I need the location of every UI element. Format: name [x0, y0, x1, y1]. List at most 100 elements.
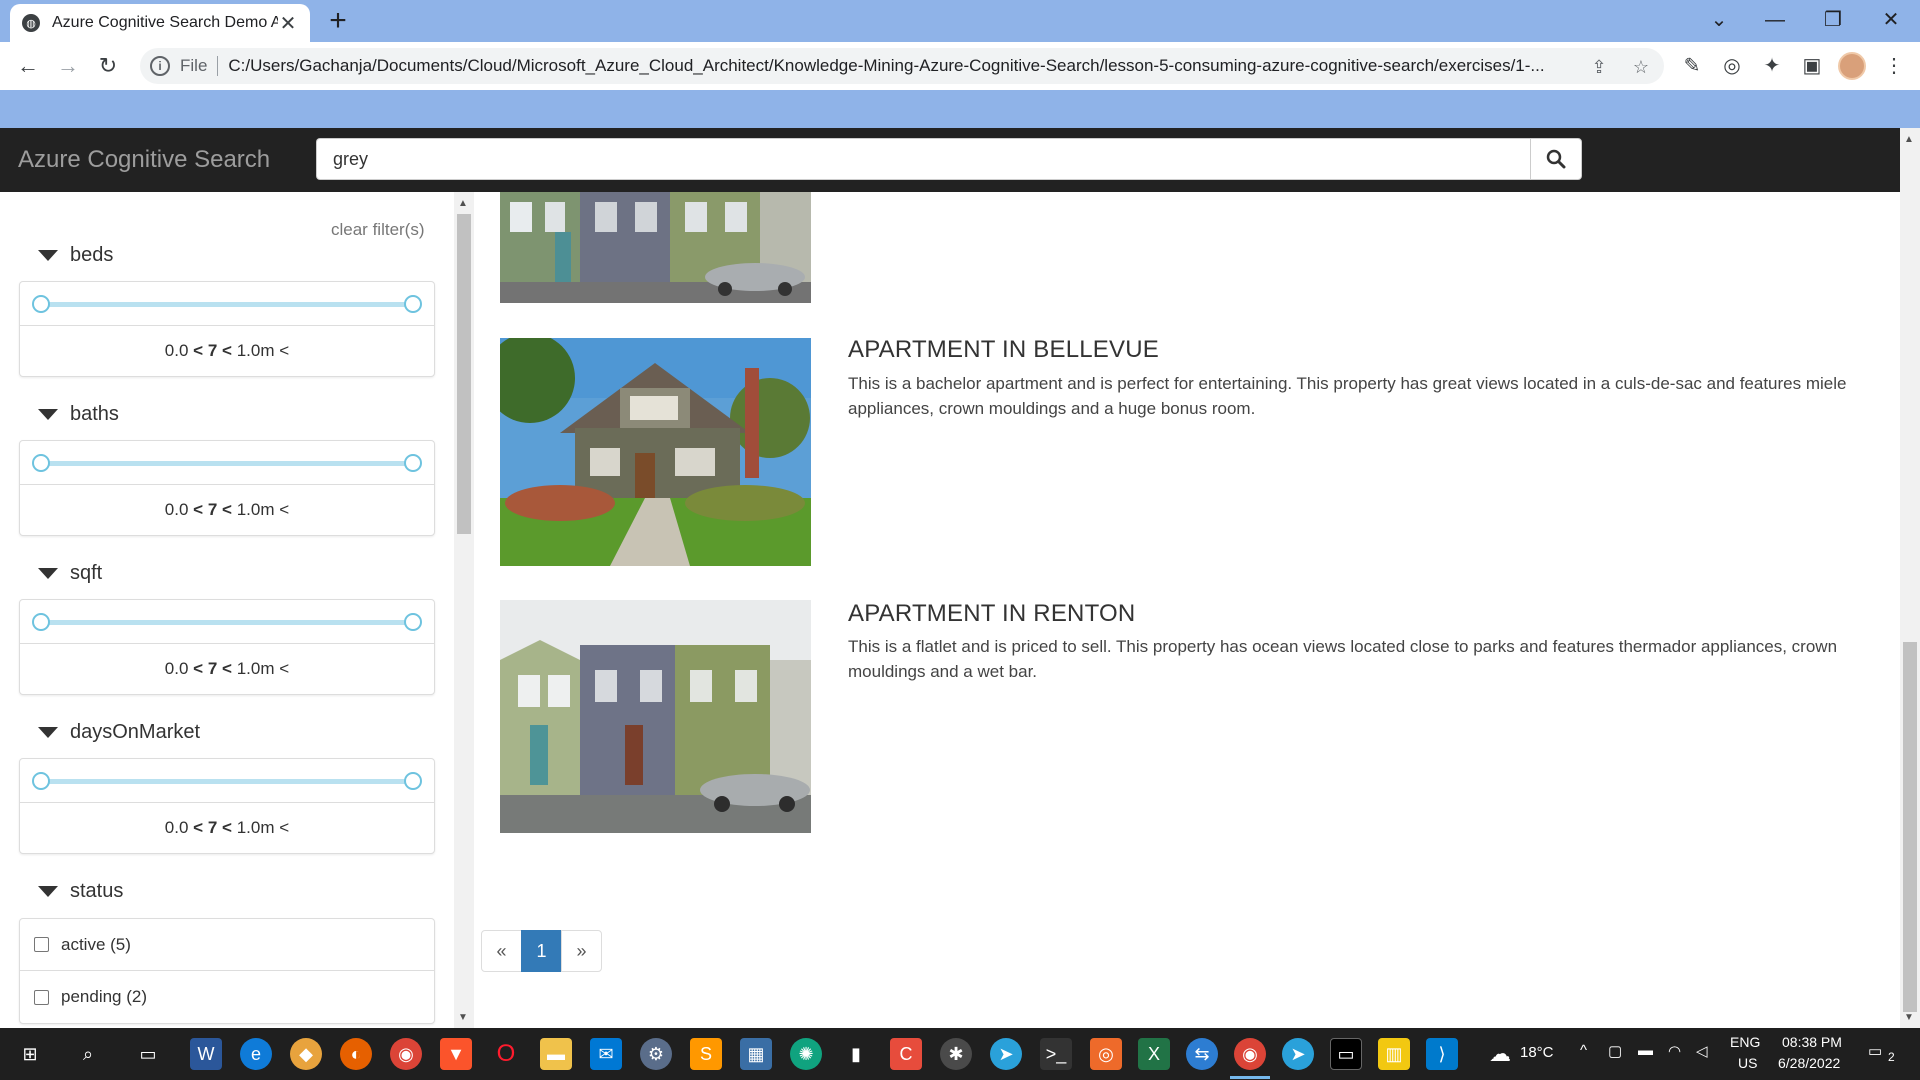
scroll-down-icon[interactable]: ▼ [458, 1012, 468, 1023]
restore-button[interactable]: ❐ [1810, 4, 1856, 36]
scrollbar-thumb[interactable] [1903, 642, 1917, 1012]
clip-icon[interactable]: C [890, 1038, 922, 1070]
file-explorer-icon[interactable]: ▬ [540, 1038, 572, 1070]
search-icon[interactable]: ⌕ [72, 1038, 104, 1070]
slider-max-handle[interactable] [404, 454, 422, 472]
checkbox[interactable] [34, 989, 49, 1005]
facet-title-daysonmarket[interactable]: daysOnMarket [38, 721, 200, 744]
puzzle-icon[interactable]: ✦ [1756, 50, 1788, 82]
slider-min-handle[interactable] [32, 772, 50, 790]
result-image-partial[interactable] [500, 192, 811, 303]
task-view-icon[interactable]: ▭ [132, 1038, 164, 1070]
range-slider[interactable] [20, 759, 434, 803]
opera-icon[interactable]: O [490, 1038, 522, 1070]
chatgpt-icon[interactable]: ✺ [790, 1038, 822, 1070]
facet-title-beds[interactable]: beds [38, 244, 113, 267]
clock-time[interactable]: 08:38 PM [1782, 1034, 1842, 1050]
excel-icon[interactable]: X [1138, 1038, 1170, 1070]
volume-icon[interactable]: ◁ [1696, 1042, 1708, 1060]
lang-bottom[interactable]: US [1738, 1055, 1757, 1071]
profile-avatar[interactable] [1838, 52, 1866, 80]
forward-arrow-icon[interactable]: → [52, 50, 84, 82]
url-text[interactable]: C:/Users/Gachanja/Documents/Cloud/Micros… [228, 56, 1598, 76]
slider-min-handle[interactable] [32, 454, 50, 472]
slider-min-handle[interactable] [32, 295, 50, 313]
facet-title-status[interactable]: status [38, 880, 123, 903]
slack-icon[interactable]: ✱ [940, 1038, 972, 1070]
slider-min-handle[interactable] [32, 613, 50, 631]
range-slider[interactable] [20, 282, 434, 326]
app-brand[interactable]: Azure Cognitive Search [18, 128, 270, 192]
telegram-icon[interactable]: ➤ [1282, 1038, 1314, 1070]
console-icon[interactable]: ▭ [1330, 1038, 1362, 1070]
checkbox[interactable] [34, 937, 49, 952]
brave-icon[interactable]: ▼ [440, 1038, 472, 1070]
result-image[interactable] [500, 600, 811, 833]
result-title[interactable]: APARTMENT IN BELLEVUE [848, 336, 1159, 364]
teamviewer-icon[interactable]: ⇆ [1186, 1038, 1218, 1070]
star-icon[interactable]: ☆ [1630, 56, 1652, 78]
status-option-pending[interactable]: pending (2) [20, 971, 434, 1023]
mail-icon[interactable]: ✉ [590, 1038, 622, 1070]
browser-tab[interactable]: ◍ Azure Cognitive Search Demo Ap ✕ [10, 4, 310, 42]
range-slider[interactable] [20, 441, 434, 485]
info-icon[interactable]: i [150, 56, 170, 76]
sidepanel-icon[interactable]: ▣ [1796, 50, 1828, 82]
edge-icon[interactable]: e [240, 1038, 272, 1070]
minimize-button[interactable]: — [1752, 4, 1798, 36]
close-window-button[interactable]: ✕ [1868, 4, 1914, 36]
clock-date[interactable]: 6/28/2022 [1778, 1055, 1840, 1071]
extension-circle-icon[interactable]: ◎ [1716, 50, 1748, 82]
scroll-up-icon[interactable]: ▲ [1904, 134, 1914, 145]
search-input[interactable] [316, 138, 1530, 180]
share-icon[interactable]: ⇪ [1588, 56, 1610, 78]
shield-browser-icon[interactable]: ◆ [290, 1038, 322, 1070]
battery-icon[interactable]: ▬ [1638, 1042, 1653, 1059]
result-title[interactable]: APARTMENT IN RENTON [848, 600, 1135, 628]
address-bar[interactable]: i File C:/Users/Gachanja/Documents/Cloud… [140, 48, 1664, 84]
reload-icon[interactable]: ↻ [92, 50, 124, 82]
scroll-down-icon[interactable]: ▼ [1904, 1012, 1914, 1023]
pagination-prev[interactable]: « [481, 930, 522, 972]
telegram-icon[interactable]: ➤ [990, 1038, 1022, 1070]
close-tab-icon[interactable]: ✕ [278, 11, 298, 36]
scroll-up-icon[interactable]: ▲ [458, 198, 468, 209]
book-icon[interactable]: ▮ [840, 1038, 872, 1070]
steam-icon[interactable]: ⚙ [640, 1038, 672, 1070]
wifi-icon[interactable]: ◠ [1668, 1042, 1681, 1060]
page-scrollbar[interactable]: ▲ ▼ [1900, 128, 1920, 1028]
search-button[interactable] [1530, 138, 1582, 180]
new-tab-button[interactable]: + [322, 6, 354, 38]
calculator-icon[interactable]: ▦ [740, 1038, 772, 1070]
status-option-active[interactable]: active (5) [20, 919, 434, 971]
eyedropper-icon[interactable]: ✎ [1676, 50, 1708, 82]
scrollbar-thumb[interactable] [457, 214, 471, 534]
notification-icon[interactable]: ▭ [1868, 1042, 1882, 1060]
range-slider[interactable] [20, 600, 434, 644]
word-icon[interactable]: W [190, 1038, 222, 1070]
slider-max-handle[interactable] [404, 295, 422, 313]
clear-filters-link[interactable]: clear filter(s) [331, 220, 425, 240]
facet-title-sqft[interactable]: sqft [38, 562, 102, 585]
result-image[interactable] [500, 338, 811, 566]
pagination-page-1[interactable]: 1 [521, 930, 562, 972]
terminal-icon[interactable]: >_ [1040, 1038, 1072, 1070]
ubuntu-icon[interactable]: ◎ [1090, 1038, 1122, 1070]
tab-search-icon[interactable]: ⌄ [1696, 4, 1742, 36]
facet-title-baths[interactable]: baths [38, 403, 119, 426]
chrome-active-icon[interactable]: ◉ [1234, 1038, 1266, 1070]
weather-temp[interactable]: 18°C [1520, 1044, 1554, 1061]
firefox-icon[interactable]: ◐ [340, 1038, 372, 1070]
pagination-next[interactable]: » [561, 930, 602, 972]
meet-icon[interactable]: ▢ [1608, 1042, 1622, 1060]
slider-max-handle[interactable] [404, 613, 422, 631]
back-arrow-icon[interactable]: ← [12, 50, 44, 82]
power-bi-icon[interactable]: ▥ [1378, 1038, 1410, 1070]
vscode-icon[interactable]: ⟩ [1426, 1038, 1458, 1070]
sidebar-scrollbar[interactable]: ▲ ▼ [454, 192, 474, 1028]
tray-chevron-icon[interactable]: ^ [1580, 1042, 1587, 1059]
sublime-icon[interactable]: S [690, 1038, 722, 1070]
lang-top[interactable]: ENG [1730, 1034, 1760, 1050]
chrome-icon[interactable]: ◉ [390, 1038, 422, 1070]
menu-icon[interactable]: ⋮ [1878, 50, 1910, 82]
